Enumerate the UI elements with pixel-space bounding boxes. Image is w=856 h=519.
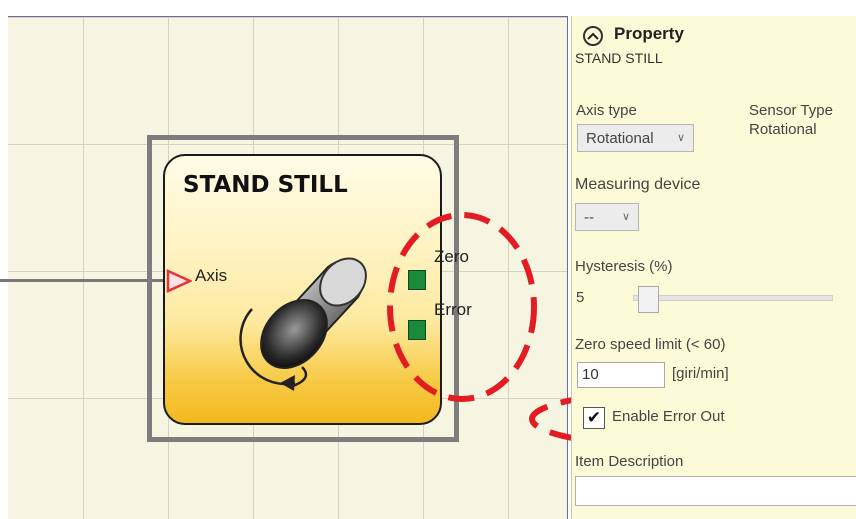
input-label-axis: Axis [195, 266, 228, 285]
axis-input-wire[interactable] [0, 279, 168, 282]
measuring-device-label: Measuring device [575, 176, 701, 193]
chevron-up-circle-icon[interactable] [583, 26, 603, 46]
enable-error-out-checkbox[interactable]: ✔ [583, 407, 605, 429]
item-description-input[interactable] [575, 476, 856, 506]
sensor-type-value: Rotational [749, 121, 817, 138]
zero-speed-unit: [giri/min] [672, 365, 729, 382]
enable-error-out-label: Enable Error Out [612, 408, 725, 425]
output-label-error: Error [434, 300, 472, 319]
axis-type-select[interactable]: Rotational ∨ [577, 124, 694, 152]
hysteresis-slider-thumb[interactable] [638, 286, 659, 313]
measuring-device-value: -- [584, 208, 594, 226]
sensor-type-label: Sensor Type [749, 102, 833, 119]
hysteresis-slider[interactable] [633, 295, 833, 301]
triangle-right-icon[interactable] [166, 268, 192, 294]
panel-title: Property [614, 24, 684, 43]
chevron-down-icon: ∨ [621, 211, 630, 223]
hysteresis-value: 5 [576, 289, 585, 306]
zero-speed-label: Zero speed limit (< 60) [575, 336, 726, 353]
rotating-cylinder-icon [239, 257, 367, 391]
item-description-label: Item Description [575, 453, 684, 470]
output-label-zero: Zero [434, 247, 469, 266]
hysteresis-label: Hysteresis (%) [575, 258, 673, 275]
property-panel: Property STAND STILL Axis type Rotationa… [571, 16, 856, 519]
chevron-down-icon: ∨ [676, 132, 685, 144]
output-pin-error[interactable] [408, 320, 426, 340]
zero-speed-input[interactable]: 10 [577, 362, 665, 388]
check-icon: ✔ [586, 408, 602, 427]
axis-type-value: Rotational [586, 129, 654, 147]
axis-type-label: Axis type [576, 102, 637, 119]
panel-subtitle: STAND STILL [575, 50, 663, 66]
measuring-device-select[interactable]: -- ∨ [575, 203, 639, 231]
output-pin-zero[interactable] [408, 270, 426, 290]
block-title: STAND STILL [183, 172, 348, 198]
